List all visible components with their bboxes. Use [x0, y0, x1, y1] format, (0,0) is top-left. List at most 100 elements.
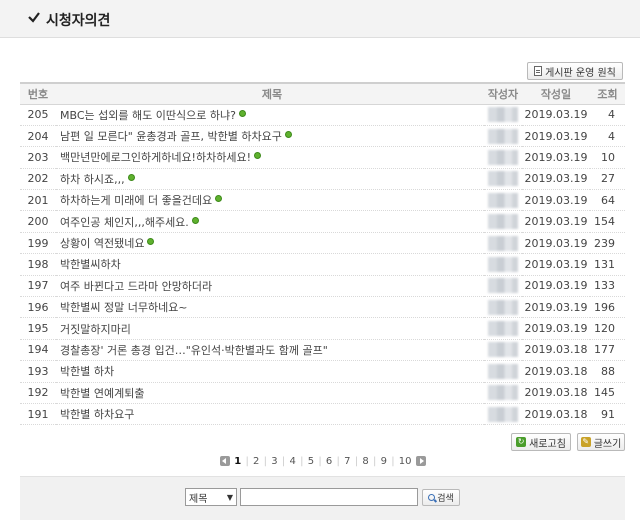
- search-field-select[interactable]: 제목 ▼: [185, 488, 237, 506]
- post-views: 4: [590, 125, 625, 148]
- page-link-1[interactable]: 1: [234, 456, 241, 467]
- table-row[interactable]: 201 하차하는게 미래에 더 좋을건데요 2019.03.19 64: [20, 189, 625, 212]
- post-title-cell: 박한별씨 정말 너무하네요~: [56, 296, 484, 319]
- post-views: 4: [590, 104, 625, 126]
- post-title-link[interactable]: 여주인공 체인지,,,해주세요.: [60, 216, 189, 229]
- post-author: [484, 125, 522, 148]
- post-date: 2019.03.19: [522, 210, 590, 233]
- prev-page-icon[interactable]: [220, 456, 230, 466]
- post-title-link[interactable]: 거짓말하지마리: [60, 323, 131, 336]
- new-badge-icon: [147, 238, 155, 246]
- search-input[interactable]: [240, 488, 418, 506]
- post-list-table: 번호 제목 작성자 작성일 조회 205 MBC는 섭외를 해도 이딴식으로 하냐…: [20, 82, 625, 426]
- post-title-cell: 여주 바뀐다고 드라마 안망하더라: [56, 275, 484, 298]
- author-redacted: [488, 363, 518, 379]
- board-rules-button[interactable]: 게시판 운영 원칙: [527, 62, 623, 80]
- post-date: 2019.03.18: [522, 403, 590, 426]
- page-link-7[interactable]: 7: [344, 456, 350, 467]
- table-row[interactable]: 200 여주인공 체인지,,,해주세요. 2019.03.19 154: [20, 210, 625, 233]
- table-row[interactable]: 202 하차 하시죠,,, 2019.03.19 27: [20, 168, 625, 191]
- post-title-link[interactable]: 박한별씨하차: [60, 258, 121, 271]
- post-title-link[interactable]: 박한별 하차요구: [60, 408, 134, 421]
- author-redacted: [488, 192, 518, 208]
- page-link-8[interactable]: 8: [362, 456, 368, 467]
- table-row[interactable]: 195 거짓말하지마리 2019.03.19 120: [20, 317, 625, 340]
- post-title-link[interactable]: 박한별씨 정말 너무하네요~: [60, 301, 188, 314]
- post-title-link[interactable]: 경찰총장' 거론 총경 입건…"유인석·박한별과도 함께 골프": [60, 344, 328, 357]
- post-title-link[interactable]: 박한별 연예계퇴출: [60, 387, 144, 400]
- table-row[interactable]: 191 박한별 하차요구 2019.03.18 91: [20, 403, 625, 426]
- post-title-cell: 백만년만에로그인하게하네요!하차하세요!: [56, 146, 484, 169]
- page-link-3[interactable]: 3: [271, 456, 277, 467]
- post-title-link[interactable]: MBC는 섭외를 해도 이딴식으로 하냐?: [60, 109, 236, 122]
- post-title-cell: 거짓말하지마리: [56, 317, 484, 340]
- post-number: 193: [20, 360, 56, 383]
- refresh-button[interactable]: ↻ 새로고침: [511, 433, 571, 451]
- post-title-link[interactable]: 하차하는게 미래에 더 좋을건데요: [60, 194, 212, 207]
- table-row[interactable]: 192 박한별 연예계퇴출 2019.03.18 145: [20, 382, 625, 404]
- author-redacted: [488, 321, 518, 337]
- post-author: [484, 275, 522, 298]
- page-separator: |: [263, 455, 268, 467]
- page-link-2[interactable]: 2: [253, 456, 259, 467]
- table-row[interactable]: 203 백만년만에로그인하게하네요!하차하세요! 2019.03.19 10: [20, 146, 625, 169]
- page-link-5[interactable]: 5: [308, 456, 314, 467]
- page-link-6[interactable]: 6: [326, 456, 332, 467]
- magnifier-icon: [428, 494, 436, 501]
- table-row[interactable]: 196 박한별씨 정말 너무하네요~ 2019.03.19 196: [20, 296, 625, 319]
- page-separator: |: [391, 455, 395, 467]
- next-page-icon[interactable]: [415, 456, 426, 466]
- page-link-9[interactable]: 9: [381, 456, 387, 467]
- refresh-icon: ↻: [516, 437, 527, 447]
- post-author: [484, 382, 522, 404]
- pencil-icon: ✎: [580, 437, 591, 447]
- table-row[interactable]: 198 박한별씨하차 2019.03.19 131: [20, 253, 625, 276]
- table-row[interactable]: 205 MBC는 섭외를 해도 이딴식으로 하냐? 2019.03.19 4: [20, 104, 625, 126]
- page-separator: |: [372, 455, 377, 467]
- page-separator: |: [336, 455, 340, 467]
- post-views: 239: [590, 232, 625, 255]
- page-link-10[interactable]: 10: [399, 456, 412, 467]
- document-icon: [534, 66, 543, 76]
- post-title-cell: 박한별 하차: [56, 360, 484, 383]
- write-button[interactable]: ✎ 글쓰기: [577, 433, 625, 451]
- post-title-link[interactable]: 남편 일 모른다" 윤총경과 골프, 박한별 하차요구: [60, 130, 282, 143]
- post-title-link[interactable]: 상황이 역전됐네요: [60, 237, 144, 250]
- post-date: 2019.03.19: [522, 253, 590, 276]
- post-number: 198: [20, 253, 56, 276]
- table-row[interactable]: 197 여주 바뀐다고 드라마 안망하더라 2019.03.19 133: [20, 275, 625, 298]
- post-author: [484, 232, 522, 255]
- page-separator: |: [281, 455, 286, 467]
- page-title: 시청자의견: [46, 13, 111, 29]
- post-title-link[interactable]: 박한별 하차: [60, 365, 114, 378]
- post-title-cell: 남편 일 모른다" 윤총경과 골프, 박한별 하차요구: [56, 125, 484, 148]
- post-views: 196: [590, 296, 625, 319]
- search-button[interactable]: 검색: [422, 489, 460, 506]
- page-link-4[interactable]: 4: [289, 456, 295, 467]
- post-author: [484, 146, 522, 169]
- author-redacted: [488, 214, 518, 230]
- page-separator: |: [245, 455, 249, 467]
- author-redacted: [488, 171, 518, 187]
- post-number: 199: [20, 232, 56, 255]
- post-views: 120: [590, 317, 625, 340]
- table-row[interactable]: 199 상황이 역전됐네요 2019.03.19 239: [20, 232, 625, 255]
- table-row[interactable]: 204 남편 일 모른다" 윤총경과 골프, 박한별 하차요구 2019.03.19…: [20, 125, 625, 148]
- post-author: [484, 253, 522, 276]
- post-views: 145: [590, 382, 625, 404]
- page-header: 시청자의견: [0, 0, 640, 38]
- post-title-cell: 하차하는게 미래에 더 좋을건데요: [56, 189, 484, 212]
- post-views: 27: [590, 168, 625, 191]
- post-date: 2019.03.19: [522, 296, 590, 319]
- post-title-link[interactable]: 여주 바뀐다고 드라마 안망하더라: [60, 280, 212, 293]
- post-views: 177: [590, 339, 625, 362]
- post-author: [484, 360, 522, 383]
- post-title-link[interactable]: 백만년만에로그인하게하네요!하차하세요!: [60, 151, 251, 164]
- table-row[interactable]: 194 경찰총장' 거론 총경 입건…"유인석·박한별과도 함께 골프" 2019.…: [20, 339, 625, 362]
- new-badge-icon: [238, 109, 246, 117]
- post-title-link[interactable]: 하차 하시죠,,,: [60, 173, 125, 186]
- new-badge-icon: [253, 152, 261, 160]
- post-title-cell: MBC는 섭외를 해도 이딴식으로 하냐?: [56, 104, 484, 126]
- table-row[interactable]: 193 박한별 하차 2019.03.18 88: [20, 360, 625, 383]
- post-number: 192: [20, 382, 56, 404]
